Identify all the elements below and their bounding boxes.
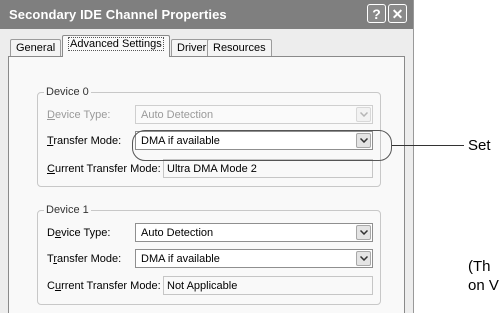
tab-general-label: General (16, 42, 56, 54)
device-0-type-select[interactable]: Auto Detection (135, 105, 373, 124)
tab-resources-label: Resources (213, 42, 266, 54)
device-0-transfer-label: Transfer Mode: (47, 135, 122, 147)
close-button[interactable]: ✕ (388, 4, 407, 23)
device-1-transfer-label: Transfer Mode: (47, 253, 122, 265)
device-1-type-value: Auto Detection (141, 227, 214, 239)
device-0-current-value: Ultra DMA Mode 2 (167, 163, 257, 175)
tab-driver-label: Driver (177, 42, 207, 54)
tab-strip: General Advanced Settings Driver Resourc… (8, 35, 408, 57)
callout-text-1: Set (468, 137, 491, 154)
tab-general[interactable]: General (10, 39, 62, 56)
tab-resources[interactable]: Resources (207, 39, 272, 56)
tab-advanced-settings[interactable]: Advanced Settings (62, 35, 170, 57)
close-icon: ✕ (391, 6, 404, 22)
transfer-mode-highlight (132, 130, 392, 161)
dialog-title: Secondary IDE Channel Properties (9, 7, 227, 22)
device-1-title: Device 1 (44, 204, 91, 217)
help-icon: ? (372, 6, 381, 22)
device-0-title: Device 0 (44, 86, 91, 99)
chevron-down-icon[interactable] (356, 225, 371, 240)
device-1-transfer-select[interactable]: DMA if available (135, 249, 373, 268)
chevron-down-icon[interactable] (356, 107, 371, 122)
title-bar[interactable]: Secondary IDE Channel Properties ? ✕ (0, 0, 413, 29)
device-1-transfer-value: DMA if available (141, 253, 220, 265)
device-0-current-value-box: Ultra DMA Mode 2 (163, 159, 373, 178)
tab-advanced-settings-label: Advanced Settings (68, 37, 164, 51)
tab-panel: Device 0 Device Type: Auto Detection Tra… (8, 56, 405, 313)
callout-leader-line (392, 145, 464, 146)
device-0-type-value: Auto Detection (141, 109, 214, 121)
device-1-current-label: Current Transfer Mode: (47, 280, 161, 292)
device-0-current-label: Current Transfer Mode: (47, 163, 161, 175)
device-0-type-label: Device Type: (47, 109, 111, 121)
device-1-type-select[interactable]: Auto Detection (135, 223, 373, 242)
device-1-current-value-box: Not Applicable (163, 276, 373, 295)
device-1-current-value: Not Applicable (167, 280, 238, 292)
device-1-type-label: Device Type: (47, 227, 111, 239)
callout-text-2-line1: (Th (468, 258, 491, 275)
chevron-down-icon[interactable] (356, 251, 371, 266)
help-button[interactable]: ? (367, 4, 386, 23)
callout-text-2-line2: on V (468, 277, 499, 294)
